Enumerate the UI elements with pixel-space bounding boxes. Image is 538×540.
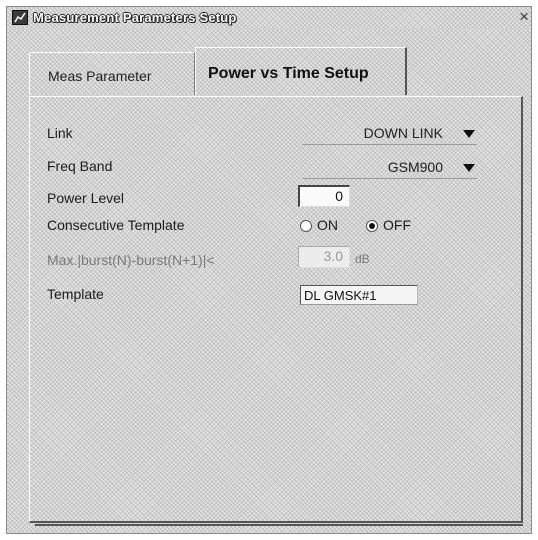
consecutive-on-radio[interactable] (300, 220, 312, 232)
template-label: Template (47, 286, 104, 302)
max-burst-input[interactable]: 3.0 (298, 246, 350, 268)
max-burst-label: Max.|burst(N)-burst(N+1)|< (47, 252, 215, 268)
link-select[interactable]: DOWN LINK (302, 123, 477, 145)
freq-band-select-value: GSM900 (387, 159, 443, 175)
title-bar[interactable]: Measurement Parameters Setup × (7, 7, 531, 29)
tab-meas-parameter[interactable]: Meas Parameter (29, 52, 195, 95)
tab-power-vs-time-setup[interactable]: Power vs Time Setup (195, 47, 407, 95)
freq-band-select[interactable]: GSM900 (302, 157, 477, 179)
consecutive-off-label: OFF (383, 217, 411, 233)
tab-power-vs-time-setup-label: Power vs Time Setup (208, 65, 369, 82)
measurement-parameters-window: Measurement Parameters Setup × Meas Para… (6, 6, 532, 534)
window-title: Measurement Parameters Setup (33, 10, 237, 25)
consecutive-on-label: ON (317, 217, 338, 233)
close-icon[interactable]: × (519, 7, 529, 27)
tab-meas-parameter-label: Meas Parameter (48, 68, 152, 84)
link-label: Link (47, 125, 73, 141)
chevron-down-icon (463, 130, 475, 138)
freq-band-label: Freq Band (47, 158, 113, 174)
link-select-value: DOWN LINK (363, 125, 443, 141)
measurement-app-icon (12, 10, 28, 25)
power-level-input[interactable]: 0 (298, 185, 350, 207)
consecutive-template-label: Consecutive Template (47, 217, 185, 233)
template-value: DL GMSK#1 (300, 285, 418, 305)
chevron-down-icon (463, 164, 475, 172)
max-burst-unit: dB (355, 252, 370, 266)
power-level-label: Power Level (47, 190, 125, 206)
divider (35, 524, 523, 526)
consecutive-off-radio[interactable] (366, 220, 378, 232)
tab-panel: Link DOWN LINK Freq Band GSM900 Power Le… (29, 96, 523, 523)
